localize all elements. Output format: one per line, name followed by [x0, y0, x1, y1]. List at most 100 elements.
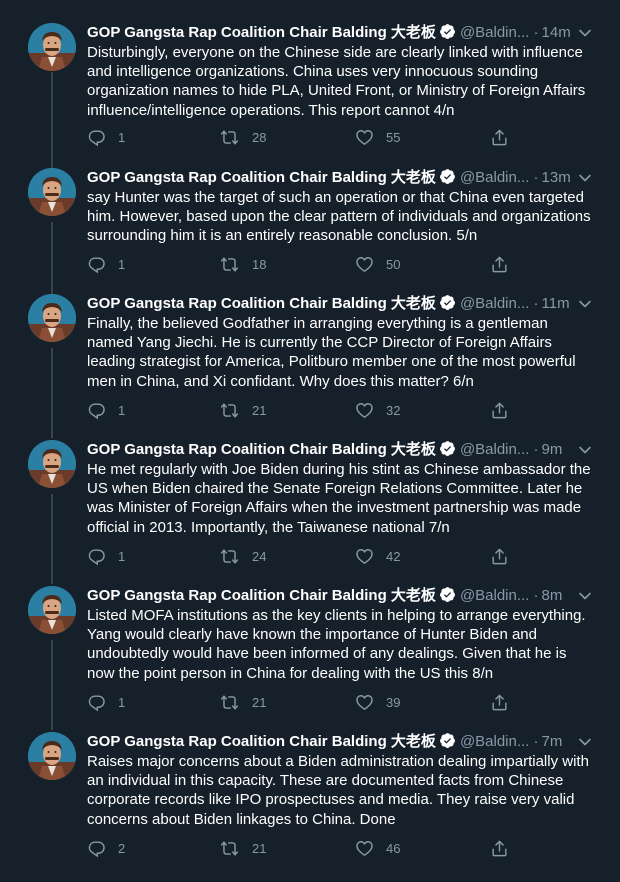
display-name[interactable]: GOP Gangsta Rap Coalition Chair Balding … [87, 169, 436, 186]
avatar[interactable] [28, 168, 76, 216]
reply-button[interactable]: 1 [87, 400, 125, 420]
timestamp[interactable]: 11m [542, 295, 570, 312]
heart-icon [355, 128, 374, 147]
display-name[interactable]: GOP Gangsta Rap Coalition Chair Balding … [87, 587, 436, 604]
like-button[interactable]: 39 [355, 692, 400, 712]
reply-button[interactable]: 1 [87, 127, 125, 147]
separator-dot: · [533, 295, 539, 312]
retweet-button[interactable]: 24 [219, 546, 266, 566]
chevron-down-icon[interactable] [575, 23, 595, 43]
chevron-down-icon[interactable] [575, 168, 595, 188]
timestamp[interactable]: 13m [542, 169, 571, 186]
reply-icon [87, 547, 106, 566]
reply-count: 1 [118, 548, 126, 564]
retweet-icon [219, 693, 240, 712]
user-handle[interactable]: @Baldin... [460, 169, 529, 186]
display-name[interactable]: GOP Gangsta Rap Coalition Chair Balding … [87, 733, 436, 750]
share-button[interactable] [490, 692, 509, 712]
separator-dot: · [533, 24, 539, 41]
retweet-button[interactable]: 21 [219, 692, 266, 712]
timestamp[interactable]: 14m [542, 24, 571, 41]
avatar[interactable] [28, 294, 76, 342]
tweet-header: GOP Gangsta Rap Coalition Chair Balding … [87, 732, 595, 752]
user-handle[interactable]: @Baldin... [460, 733, 529, 750]
tweet-header: GOP Gangsta Rap Coalition Chair Balding … [87, 168, 595, 188]
avatar[interactable] [28, 23, 76, 71]
timestamp[interactable]: 8m [542, 587, 563, 604]
reply-icon [87, 401, 106, 420]
separator-dot: · [533, 733, 539, 750]
retweet-icon [219, 128, 240, 147]
retweet-count: 18 [252, 256, 267, 272]
reply-button[interactable]: 2 [87, 838, 125, 858]
like-button[interactable]: 55 [355, 127, 400, 147]
tweet-text: say Hunter was the target of such an ope… [87, 189, 591, 245]
tweet-actions: 1 21 32 [87, 400, 537, 420]
reply-icon [87, 693, 106, 712]
share-button[interactable] [490, 838, 509, 858]
retweet-count: 21 [252, 840, 267, 856]
avatar[interactable] [28, 732, 76, 780]
separator-dot: · [533, 587, 539, 604]
retweet-icon [219, 401, 240, 420]
timestamp[interactable]: 9m [542, 441, 563, 458]
like-button[interactable]: 42 [355, 546, 400, 566]
reply-count: 1 [118, 402, 126, 418]
reply-count: 2 [118, 840, 126, 856]
like-count: 32 [386, 402, 401, 418]
heart-icon [355, 401, 374, 420]
share-icon [490, 255, 509, 274]
share-icon [490, 401, 509, 420]
display-name[interactable]: GOP Gangsta Rap Coalition Chair Balding … [87, 24, 436, 41]
reply-button[interactable]: 1 [87, 254, 125, 274]
retweet-count: 21 [252, 694, 267, 710]
reply-icon [87, 839, 106, 858]
chevron-down-icon[interactable] [575, 732, 595, 752]
share-button[interactable] [490, 546, 509, 566]
display-name[interactable]: GOP Gangsta Rap Coalition Chair Balding … [87, 441, 436, 458]
avatar[interactable] [28, 586, 76, 634]
tweet-text: Finally, the believed Godfather in arran… [87, 315, 576, 390]
reply-count: 1 [118, 256, 126, 272]
like-button[interactable]: 32 [355, 400, 400, 420]
reply-count: 1 [118, 694, 126, 710]
tweet-text: Listed MOFA institutions as the key clie… [87, 607, 586, 682]
tweet-actions: 1 28 55 [87, 127, 537, 147]
tweet-header: GOP Gangsta Rap Coalition Chair Balding … [87, 294, 595, 314]
share-icon [490, 839, 509, 858]
retweet-button[interactable]: 21 [219, 838, 266, 858]
chevron-down-icon[interactable] [575, 294, 595, 314]
chevron-down-icon[interactable] [575, 440, 595, 460]
retweet-button[interactable]: 18 [219, 254, 266, 274]
avatar[interactable] [28, 440, 76, 488]
share-button[interactable] [490, 127, 509, 147]
like-count: 46 [386, 840, 401, 856]
share-button[interactable] [490, 400, 509, 420]
retweet-count: 21 [252, 402, 267, 418]
user-handle[interactable]: @Baldin... [460, 24, 529, 41]
tweet-actions: 1 18 50 [87, 254, 537, 274]
like-button[interactable]: 46 [355, 838, 400, 858]
user-handle[interactable]: @Baldin... [460, 587, 529, 604]
reply-count: 1 [118, 129, 126, 145]
chevron-down-icon[interactable] [575, 586, 595, 606]
share-button[interactable] [490, 254, 509, 274]
tweet[interactable]: GOP Gangsta Rap Coalition Chair Balding … [0, 440, 620, 590]
reply-button[interactable]: 1 [87, 546, 125, 566]
reply-button[interactable]: 1 [87, 692, 125, 712]
tweet[interactable]: GOP Gangsta Rap Coalition Chair Balding … [0, 23, 620, 173]
like-count: 42 [386, 548, 401, 564]
retweet-button[interactable]: 21 [219, 400, 266, 420]
user-handle[interactable]: @Baldin... [460, 441, 529, 458]
tweet-text: Disturbingly, everyone on the Chinese si… [87, 44, 586, 119]
display-name[interactable]: GOP Gangsta Rap Coalition Chair Balding … [87, 295, 436, 312]
tweet[interactable]: GOP Gangsta Rap Coalition Chair Balding … [0, 732, 620, 882]
timestamp[interactable]: 7m [542, 733, 563, 750]
retweet-count: 28 [252, 129, 267, 145]
tweet[interactable]: GOP Gangsta Rap Coalition Chair Balding … [0, 294, 620, 444]
like-button[interactable]: 50 [355, 254, 400, 274]
heart-icon [355, 693, 374, 712]
retweet-button[interactable]: 28 [219, 127, 266, 147]
tweet[interactable]: GOP Gangsta Rap Coalition Chair Balding … [0, 586, 620, 736]
user-handle[interactable]: @Baldin... [460, 295, 529, 312]
